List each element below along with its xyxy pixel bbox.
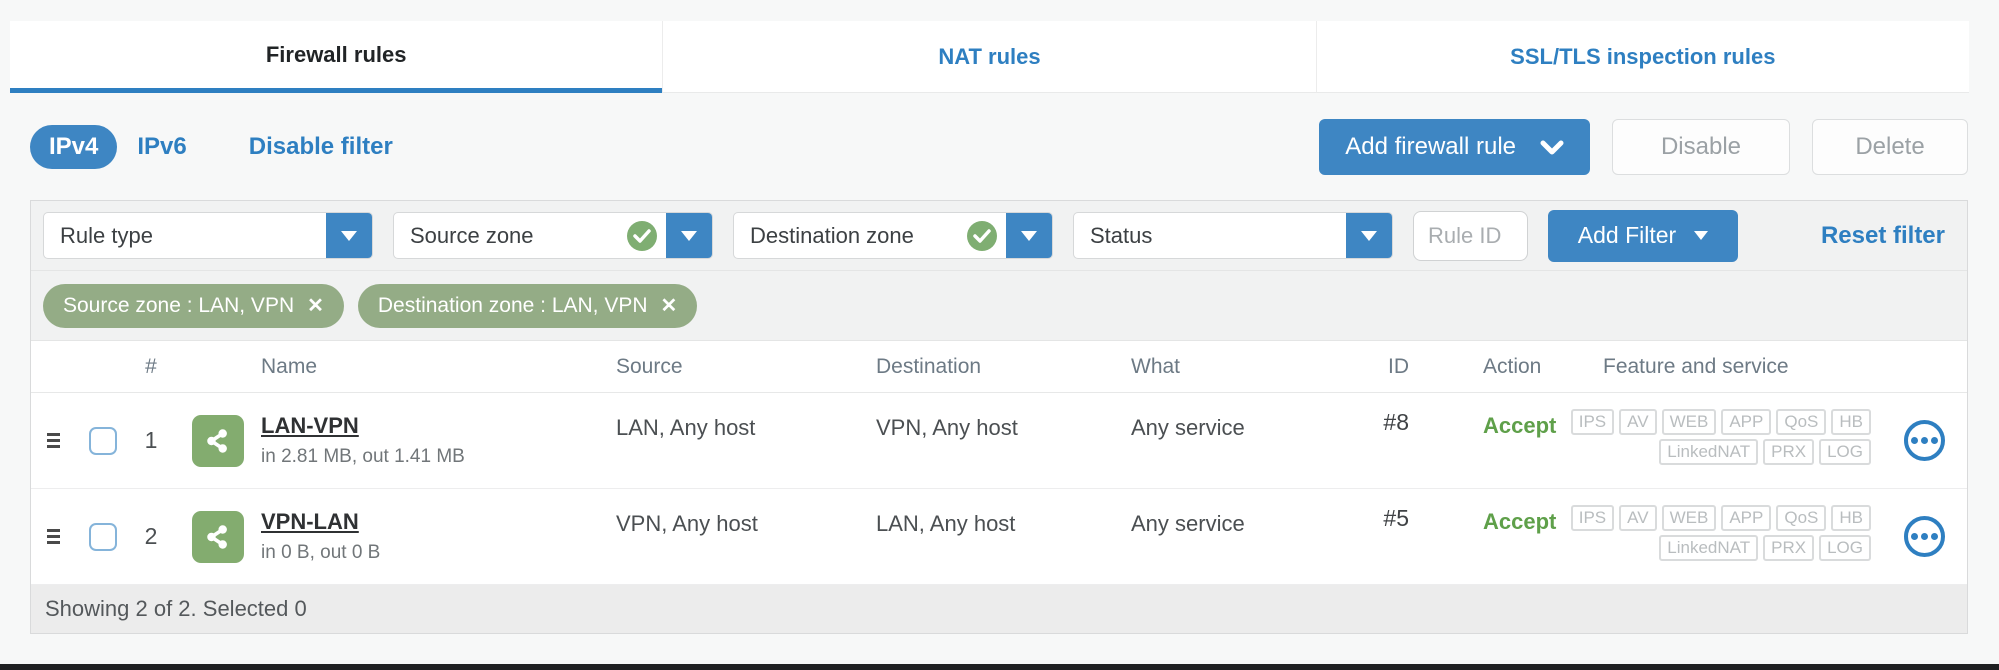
table-row: 1 LAN-VPN in 2.81 MB, out 1.41 MB LAN, A… [31, 393, 1967, 489]
add-filter-label: Add Filter [1578, 222, 1676, 249]
rule-share-icon [192, 415, 244, 467]
filter-applied-check-icon [967, 221, 997, 251]
rule-destination: VPN, Any host [851, 415, 1091, 441]
feature-badge: APP [1721, 505, 1771, 531]
remove-chip-icon[interactable]: ✕ [661, 293, 678, 318]
tab-nat-rules[interactable]: NAT rules [662, 21, 1315, 93]
rule-action: Accept [1421, 413, 1571, 439]
filter-chip-label: Destination zone : LAN, VPN [378, 294, 648, 318]
tab-firewall-rules[interactable]: Firewall rules [10, 21, 662, 93]
row-checkbox[interactable] [89, 427, 117, 455]
feature-badge: LOG [1819, 535, 1871, 561]
feature-badge: LinkedNAT [1659, 439, 1758, 465]
chevron-down-icon[interactable] [1346, 213, 1392, 258]
feature-badge: QoS [1776, 409, 1826, 435]
feature-badge: IPS [1571, 505, 1614, 531]
feature-badges: IPSAVWEBAPPQoSHB LinkedNATPRXLOG [1571, 505, 1881, 561]
rule-id: #8 [1331, 409, 1421, 436]
row-menu-ellipsis-icon[interactable] [1904, 516, 1945, 557]
header-source: Source [571, 355, 851, 379]
rule-type-filter-label: Rule type [44, 223, 326, 249]
ipv6-toggle[interactable]: IPv6 [137, 133, 186, 161]
feature-badge: APP [1721, 409, 1771, 435]
row-number: 1 [131, 427, 171, 454]
feature-badge: WEB [1662, 409, 1717, 435]
rule-share-icon [192, 511, 244, 563]
chevron-down-icon [1540, 140, 1564, 155]
rule-source: VPN, Any host [571, 511, 851, 537]
header-num: # [131, 355, 171, 379]
header-id: ID [1331, 355, 1421, 379]
ipv4-toggle[interactable]: IPv4 [30, 125, 117, 169]
feature-badge: HB [1831, 505, 1871, 531]
add-filter-button[interactable]: Add Filter [1548, 210, 1738, 262]
feature-badge: WEB [1662, 505, 1717, 531]
row-number: 2 [131, 523, 171, 550]
rule-what: Any service [1091, 415, 1331, 441]
chevron-down-icon[interactable] [326, 213, 372, 258]
toolbar-actions: Add firewall rule Disable Delete [1319, 119, 1968, 175]
table-header: # Name Source Destination What ID Action… [31, 341, 1967, 393]
header-action: Action [1421, 355, 1571, 379]
filter-chip-destination-zone: Destination zone : LAN, VPN ✕ [358, 284, 697, 328]
destination-zone-filter-dropdown[interactable]: Destination zone [733, 212, 1053, 259]
rule-action: Accept [1421, 509, 1571, 535]
header-feature-and-service: Feature and service [1571, 355, 1881, 379]
toolbar: IPv4 IPv6 Disable filter Add firewall ru… [30, 115, 1968, 179]
drag-handle-icon[interactable] [43, 523, 64, 550]
rule-source: LAN, Any host [571, 415, 851, 441]
drag-handle-icon[interactable] [43, 427, 64, 454]
source-zone-filter-dropdown[interactable]: Source zone [393, 212, 713, 259]
feature-badge: AV [1619, 409, 1656, 435]
rule-type-filter-dropdown[interactable]: Rule type [43, 212, 373, 259]
chevron-down-icon [1694, 231, 1708, 240]
feature-badge: PRX [1763, 439, 1814, 465]
table-footer-status: Showing 2 of 2. Selected 0 [31, 585, 1967, 633]
feature-badge: PRX [1763, 535, 1814, 561]
rule-traffic: in 0 B, out 0 B [261, 542, 380, 564]
header-destination: Destination [851, 355, 1091, 379]
window-bottom-edge [0, 664, 1999, 670]
feature-badge: HB [1831, 409, 1871, 435]
delete-button[interactable]: Delete [1812, 119, 1968, 175]
disable-button[interactable]: Disable [1612, 119, 1790, 175]
reset-filter-link[interactable]: Reset filter [1821, 222, 1945, 250]
feature-badge: IPS [1571, 409, 1614, 435]
rule-what: Any service [1091, 511, 1331, 537]
rule-id-input[interactable] [1413, 211, 1528, 261]
source-zone-filter-label: Source zone [394, 223, 627, 249]
rule-name-link[interactable]: LAN-VPN [261, 413, 359, 439]
rule-type-tabbar: Firewall rules NAT rules SSL/TLS inspect… [10, 21, 1969, 93]
rule-traffic: in 2.81 MB, out 1.41 MB [261, 446, 465, 468]
header-name: Name [171, 355, 571, 379]
remove-chip-icon[interactable]: ✕ [307, 293, 324, 318]
tab-ssl-tls-inspection-rules[interactable]: SSL/TLS inspection rules [1316, 21, 1969, 93]
feature-badge: AV [1619, 505, 1656, 531]
chevron-down-icon[interactable] [666, 213, 712, 258]
add-firewall-rule-button[interactable]: Add firewall rule [1319, 119, 1590, 175]
add-firewall-rule-label: Add firewall rule [1345, 133, 1516, 161]
chevron-down-icon[interactable] [1006, 213, 1052, 258]
row-menu-ellipsis-icon[interactable] [1904, 420, 1945, 461]
rule-destination: LAN, Any host [851, 511, 1091, 537]
disable-filter-link[interactable]: Disable filter [249, 133, 393, 161]
row-checkbox[interactable] [89, 523, 117, 551]
header-what: What [1091, 355, 1331, 379]
active-filter-chips: Source zone : LAN, VPN ✕ Destination zon… [31, 271, 1967, 341]
rule-name-link[interactable]: VPN-LAN [261, 509, 359, 535]
filter-chip-source-zone: Source zone : LAN, VPN ✕ [43, 284, 344, 328]
firewall-rules-panel: Rule type Source zone Destination zone S… [30, 200, 1968, 634]
status-filter-dropdown[interactable]: Status [1073, 212, 1393, 259]
feature-badge: QoS [1776, 505, 1826, 531]
status-filter-label: Status [1074, 223, 1346, 249]
table-row: 2 VPN-LAN in 0 B, out 0 B VPN, Any host … [31, 489, 1967, 585]
feature-badge: LinkedNAT [1659, 535, 1758, 561]
feature-badges: IPSAVWEBAPPQoSHB LinkedNATPRXLOG [1571, 409, 1881, 465]
destination-zone-filter-label: Destination zone [734, 223, 967, 249]
filter-chip-label: Source zone : LAN, VPN [63, 294, 294, 318]
feature-badge: LOG [1819, 439, 1871, 465]
rule-id: #5 [1331, 505, 1421, 532]
filter-applied-check-icon [627, 221, 657, 251]
filter-bar: Rule type Source zone Destination zone S… [31, 201, 1967, 271]
